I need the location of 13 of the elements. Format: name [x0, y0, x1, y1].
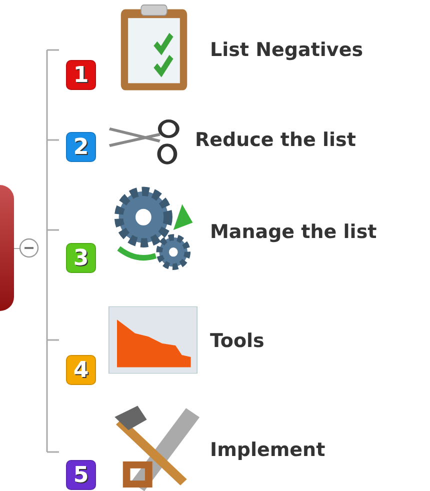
priority-badge: 5	[66, 460, 96, 490]
priority-badge: 2	[66, 132, 96, 162]
chart-icon	[108, 306, 198, 374]
topic-label[interactable]: Implement	[210, 436, 326, 464]
priority-badge: 3	[66, 243, 96, 273]
topic-label[interactable]: Manage the list	[210, 218, 377, 246]
priority-badge: 1	[66, 60, 96, 90]
topic-label[interactable]: List Negatives	[210, 36, 364, 64]
collapse-toggle-icon[interactable]	[19, 238, 39, 258]
priority-badge: 4	[66, 355, 96, 385]
topic-label[interactable]: Tools	[210, 327, 264, 355]
topic-label[interactable]: Reduce the list	[195, 126, 356, 154]
clipboard-icon	[118, 4, 190, 92]
